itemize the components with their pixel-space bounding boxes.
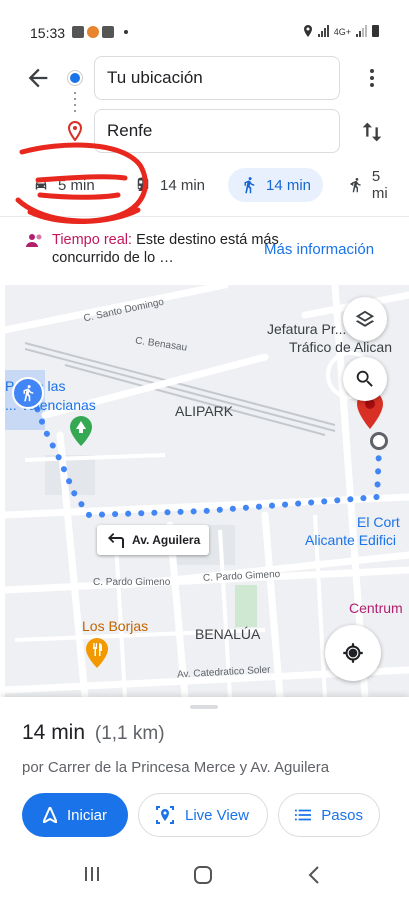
turn-street-name: Av. Aguilera <box>132 533 201 547</box>
tab-transit-time: 14 min <box>160 176 206 194</box>
origin-input[interactable]: Tu ubicación <box>94 56 340 100</box>
tab-transit[interactable]: 14 min <box>122 168 217 202</box>
travel-mode-tabs: 5 min 14 min 14 min 5 mi <box>0 162 409 208</box>
recent-apps-icon[interactable] <box>84 866 100 882</box>
steps-label: Pasos <box>321 806 363 824</box>
ride-hailing-icon <box>350 178 361 193</box>
start-walking-marker-icon[interactable] <box>12 377 44 409</box>
origin-dot-icon <box>68 71 82 85</box>
search-icon <box>356 370 373 387</box>
map-label-trafico: Tráfico de Alican <box>289 339 392 355</box>
crowd-notice-highlight: Tiempo real: <box>52 232 133 248</box>
location-status-icon <box>303 25 312 37</box>
tab-walk-time: 14 min <box>266 176 312 194</box>
sheet-drag-handle[interactable] <box>190 705 218 709</box>
system-back-icon[interactable] <box>306 865 322 885</box>
back-arrow-icon[interactable] <box>24 64 52 92</box>
turn-instruction-chip: Av. Aguilera <box>97 525 210 555</box>
steps-button[interactable]: Pasos <box>278 793 380 837</box>
route-duration: 14 min (1,1 km) <box>22 721 165 745</box>
destination-pin-icon <box>66 120 84 142</box>
home-icon[interactable] <box>194 866 212 884</box>
live-view-button[interactable]: Live View <box>138 793 268 837</box>
network-type: 4G+ <box>333 27 351 37</box>
search-map-button[interactable] <box>343 357 387 401</box>
notification-icons <box>72 26 128 38</box>
destination-ring <box>370 432 388 450</box>
more-options-icon[interactable] <box>360 66 384 90</box>
route-connector <box>74 92 76 114</box>
swap-route-icon[interactable] <box>358 118 386 146</box>
destination-input[interactable]: Renfe <box>94 109 340 153</box>
modes-divider <box>0 216 409 217</box>
live-view-icon <box>156 806 174 824</box>
crowd-notice: Tiempo real: Este destino está más concu… <box>26 229 386 273</box>
map-label-alipark: ALIPARK <box>175 403 234 419</box>
notification-app-icon <box>72 26 84 38</box>
route-distance: (1,1 km) <box>94 723 165 744</box>
more-info-link[interactable]: Más información <box>264 241 374 258</box>
park-pin-icon[interactable] <box>68 415 94 447</box>
route-via-text: por Carrer de la Princesa Merce y Av. Ag… <box>22 759 330 776</box>
notification-orange-icon <box>87 26 99 38</box>
navigation-arrow-icon <box>42 807 57 823</box>
tab-ride[interactable]: 5 mi <box>336 168 409 202</box>
map-label-benalua: BENALÚA <box>195 626 261 642</box>
recenter-button[interactable] <box>325 625 381 681</box>
people-icon <box>26 234 42 247</box>
my-location-icon <box>343 643 363 663</box>
status-bar: 15:33 4G+ <box>0 0 409 46</box>
tab-drive[interactable]: 5 min <box>20 168 107 202</box>
start-button-label: Iniciar <box>66 806 107 824</box>
notification-more-icon <box>124 30 128 34</box>
walking-icon <box>244 177 255 194</box>
list-icon <box>295 809 312 821</box>
tab-ride-time: 5 mi <box>371 168 388 202</box>
map-label-corte-2: Alicante Edifici <box>305 532 397 548</box>
live-view-label: Live View <box>185 806 249 824</box>
map-label-borjas: Los Borjas <box>82 618 149 634</box>
status-indicators: 4G+ <box>303 25 379 37</box>
restaurant-pin-icon[interactable] <box>84 637 110 669</box>
map-view[interactable]: C. Santo Domingo C. Benasau Jefatura Pr.… <box>5 285 409 697</box>
layers-button[interactable] <box>343 297 387 341</box>
crowd-notice-text: Tiempo real: Este destino está más concu… <box>52 231 280 267</box>
train-icon <box>137 177 149 191</box>
car-icon <box>35 180 47 190</box>
status-time: 15:33 <box>30 25 66 41</box>
layers-icon <box>355 310 375 327</box>
battery-icon <box>372 25 379 37</box>
signal-icon <box>317 25 329 37</box>
route-summary-sheet[interactable]: 14 min (1,1 km) por Carrer de la Princes… <box>0 697 409 857</box>
map-label-corte: El Cort <box>357 514 400 530</box>
signal-2-icon <box>356 25 367 37</box>
tab-drive-time: 5 min <box>58 176 95 194</box>
system-nav-bar <box>0 857 409 900</box>
start-button[interactable]: Iniciar <box>22 793 128 837</box>
map-label-centrum: Centrum <box>349 600 403 616</box>
map-label-pardo-1: C. Pardo Gimeno <box>93 577 171 588</box>
notification-image-icon <box>102 26 114 38</box>
duration-value: 14 min <box>22 721 86 744</box>
turn-left-icon <box>108 533 124 548</box>
tab-walk[interactable]: 14 min <box>228 168 324 202</box>
